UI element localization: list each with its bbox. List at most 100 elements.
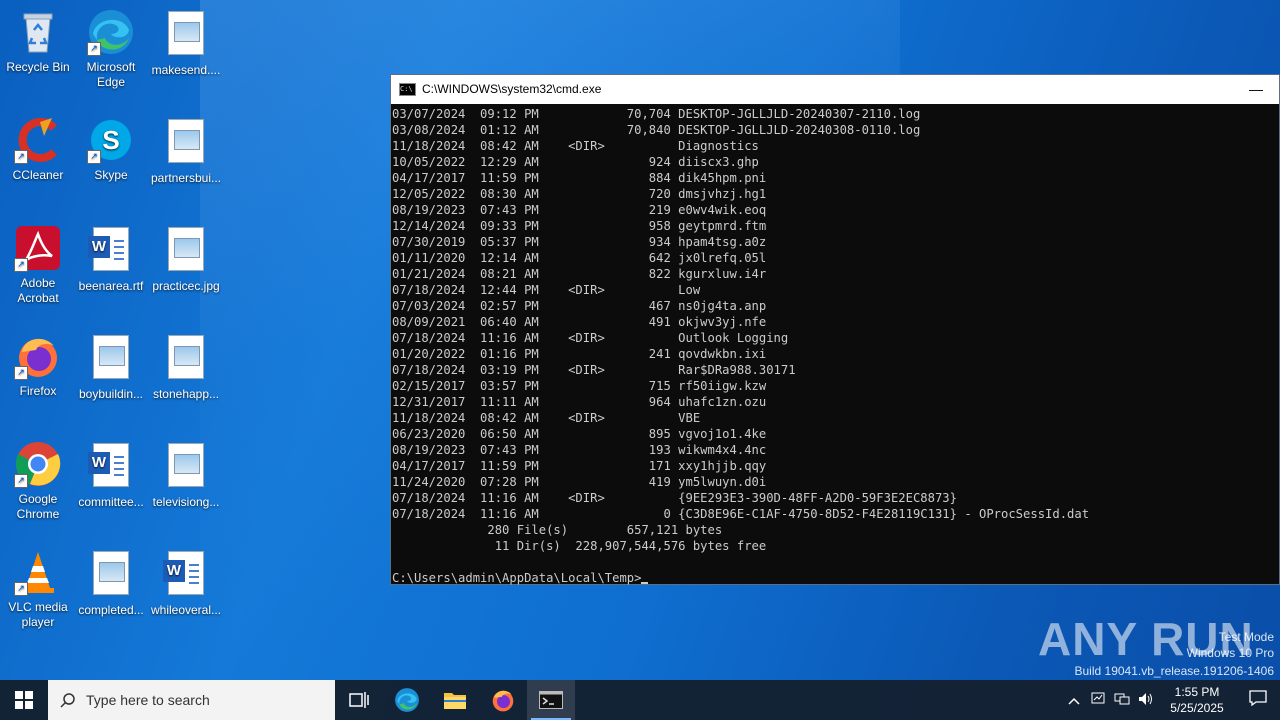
shortcut-arrow-icon: ↗ xyxy=(87,42,101,56)
ccleaner-icon: ↗ xyxy=(14,116,62,164)
shortcut-arrow-icon: ↗ xyxy=(14,474,28,488)
desktop-icon-edge[interactable]: ↗ Microsoft Edge xyxy=(73,8,149,90)
desktop-icon-committee[interactable]: W committee... xyxy=(73,440,149,510)
cmd-window[interactable]: C:\ C:\WINDOWS\system32\cmd.exe — 03/07/… xyxy=(390,74,1280,585)
task-view-icon xyxy=(349,692,369,708)
cmd-prompt-line: C:\Users\admin\AppData\Local\Temp> xyxy=(392,570,1279,586)
recycle-bin-icon xyxy=(14,8,62,56)
start-button[interactable] xyxy=(0,680,48,720)
desktop-icon-whileoveral[interactable]: W whileoveral... xyxy=(148,548,224,618)
desktop-icon-stonehapp[interactable]: stonehapp... xyxy=(148,332,224,402)
image-file-icon xyxy=(162,443,210,491)
desktop-icon-label: makesend.... xyxy=(151,63,221,77)
cmd-output-line: 01/21/2024 08:21 AM 822 kgurxluw.i4r xyxy=(392,267,767,281)
image-file-icon xyxy=(162,119,210,167)
firefox-icon: ↗ xyxy=(14,332,62,380)
volume-icon[interactable] xyxy=(1134,692,1158,709)
desktop-icon-skype[interactable]: S ↗ Skype xyxy=(73,116,149,183)
cmd-output-line: 07/18/2024 11:16 AM 0 {C3D8E96E-C1AF-475… xyxy=(392,507,1090,521)
task-view-button[interactable] xyxy=(335,680,383,720)
minimize-button[interactable]: — xyxy=(1233,75,1279,104)
cmd-output-line: 07/03/2024 02:57 PM 467 ns0jg4ta.anp xyxy=(392,299,767,313)
cmd-title-bar[interactable]: C:\ C:\WINDOWS\system32\cmd.exe — xyxy=(391,75,1279,104)
desktop-icon-label: beenarea.rtf xyxy=(78,279,144,293)
text-cursor xyxy=(641,582,649,584)
desktop-icon-label: Microsoft Edge xyxy=(86,60,136,89)
edge-icon: ↗ xyxy=(87,8,135,56)
desktop-icon-label: Skype xyxy=(94,168,128,182)
desktop-icon-label: partnersbui... xyxy=(150,171,222,185)
desktop-icon-label: completed... xyxy=(78,603,144,617)
desktop-icon-label: Google Chrome xyxy=(16,492,60,521)
desktop-icon-boybuildin[interactable]: boybuildin... xyxy=(73,332,149,402)
word-document-icon: W xyxy=(87,443,135,491)
image-file-icon xyxy=(162,227,210,275)
cmd-output-line: 280 File(s) 657,121 bytes xyxy=(392,523,723,537)
taskbar-file-explorer[interactable] xyxy=(431,680,479,720)
cmd-output-line: 07/18/2024 12:44 PM <DIR> Low xyxy=(392,283,701,297)
cmd-output-line: 07/30/2019 05:37 PM 934 hpam4tsg.a0z xyxy=(392,235,767,249)
desktop-icon-beenarea[interactable]: W beenarea.rtf xyxy=(73,224,149,294)
system-tray: 1:55 PM 5/25/2025 xyxy=(1062,680,1280,720)
search-icon xyxy=(60,693,75,708)
desktop-icon-televisiong[interactable]: televisiong... xyxy=(148,440,224,510)
svg-text:S: S xyxy=(102,125,119,155)
desktop-icon-partnersbui[interactable]: partnersbui... xyxy=(148,116,224,186)
cmd-output-line: 04/17/2017 11:59 PM 884 dik45hpm.pni xyxy=(392,171,767,185)
cmd-output-line: 08/19/2023 07:43 PM 193 wikwm4x4.4nc xyxy=(392,443,767,457)
windows-logo-icon xyxy=(15,691,33,709)
desktop-icon-adobe-acrobat[interactable]: ↗ Adobe Acrobat xyxy=(0,224,76,306)
desktop-icon-completed[interactable]: completed... xyxy=(73,548,149,618)
cmd-output-line: 11/24/2020 07:28 PM 419 ym5lwuyn.d0i xyxy=(392,475,767,489)
firefox-icon xyxy=(492,690,514,712)
shortcut-arrow-icon: ↗ xyxy=(14,582,28,596)
cmd-output-line: 11/18/2024 08:42 AM <DIR> Diagnostics xyxy=(392,139,759,153)
shortcut-arrow-icon: ↗ xyxy=(14,258,28,272)
cmd-output-line: 10/05/2022 12:29 AM 924 diiscx3.ghp xyxy=(392,155,759,169)
image-file-icon xyxy=(162,335,210,383)
desktop-icon-google-chrome[interactable]: ↗ Google Chrome xyxy=(0,440,76,522)
taskbar: Type here to search 1:55 PM 5/25/2025 xyxy=(0,680,1280,720)
word-document-icon: W xyxy=(162,551,210,599)
desktop-icon-label: Adobe Acrobat xyxy=(17,276,59,305)
desktop-icon-vlc[interactable]: ↗ VLC media player xyxy=(0,548,76,630)
taskbar-firefox[interactable] xyxy=(479,680,527,720)
desktop-icon-label: committee... xyxy=(78,495,144,509)
desktop-icon-firefox[interactable]: ↗ Firefox xyxy=(0,332,76,399)
desktop-icon-label: whileoveral... xyxy=(150,603,222,617)
taskbar-edge[interactable] xyxy=(383,680,431,720)
desktop-icon-practicec[interactable]: practicec.jpg xyxy=(148,224,224,294)
cmd-output-line: 12/05/2022 08:30 AM 720 dmsjvhzj.hg1 xyxy=(392,187,767,201)
cmd-app-icon: C:\ xyxy=(399,83,416,96)
taskbar-search-box[interactable]: Type here to search xyxy=(48,680,335,720)
skype-icon: S ↗ xyxy=(87,116,135,164)
network-icon[interactable] xyxy=(1110,692,1134,709)
clock[interactable]: 1:55 PM 5/25/2025 xyxy=(1158,684,1236,716)
cmd-output-line: 07/18/2024 11:16 AM <DIR> {9EE293E3-390D… xyxy=(392,491,957,505)
task-manager-tray-icon[interactable] xyxy=(1086,692,1110,709)
cmd-title: C:\WINDOWS\system32\cmd.exe xyxy=(422,82,602,96)
cmd-output-line: 04/17/2017 11:59 PM 171 xxy1hjjb.qqy xyxy=(392,459,767,473)
cmd-output-line xyxy=(392,554,1279,570)
shortcut-arrow-icon: ↗ xyxy=(14,150,28,164)
cmd-output-line: 03/07/2024 09:12 PM 70,704 DESKTOP-JGLLJ… xyxy=(392,107,921,121)
notification-center-button[interactable] xyxy=(1236,689,1280,711)
image-file-icon xyxy=(162,11,210,59)
desktop-icon-label: VLC media player xyxy=(8,600,68,629)
desktop-icon-recycle-bin[interactable]: Recycle Bin xyxy=(0,8,76,75)
taskbar-cmd[interactable] xyxy=(527,680,575,720)
shortcut-arrow-icon: ↗ xyxy=(14,366,28,380)
desktop-icon-label: stonehapp... xyxy=(152,387,220,401)
word-document-icon: W xyxy=(87,227,135,275)
chevron-up-icon[interactable] xyxy=(1062,693,1086,708)
folder-icon xyxy=(444,693,466,709)
desktop-icon-label: Recycle Bin xyxy=(6,60,70,74)
clock-time: 1:55 PM xyxy=(1174,685,1220,699)
desktop-icon-makesend[interactable]: makesend.... xyxy=(148,8,224,78)
vlc-cone-icon: ↗ xyxy=(14,548,62,596)
windows-edition-text: Windows 10 Pro xyxy=(1186,646,1274,660)
cmd-output-line: 07/18/2024 11:16 AM <DIR> Outlook Loggin… xyxy=(392,331,789,345)
cmd-output[interactable]: 03/07/2024 09:12 PM 70,704 DESKTOP-JGLLJ… xyxy=(391,104,1279,586)
desktop-icon-ccleaner[interactable]: ↗ CCleaner xyxy=(0,116,76,183)
command-prompt-icon xyxy=(539,691,563,709)
